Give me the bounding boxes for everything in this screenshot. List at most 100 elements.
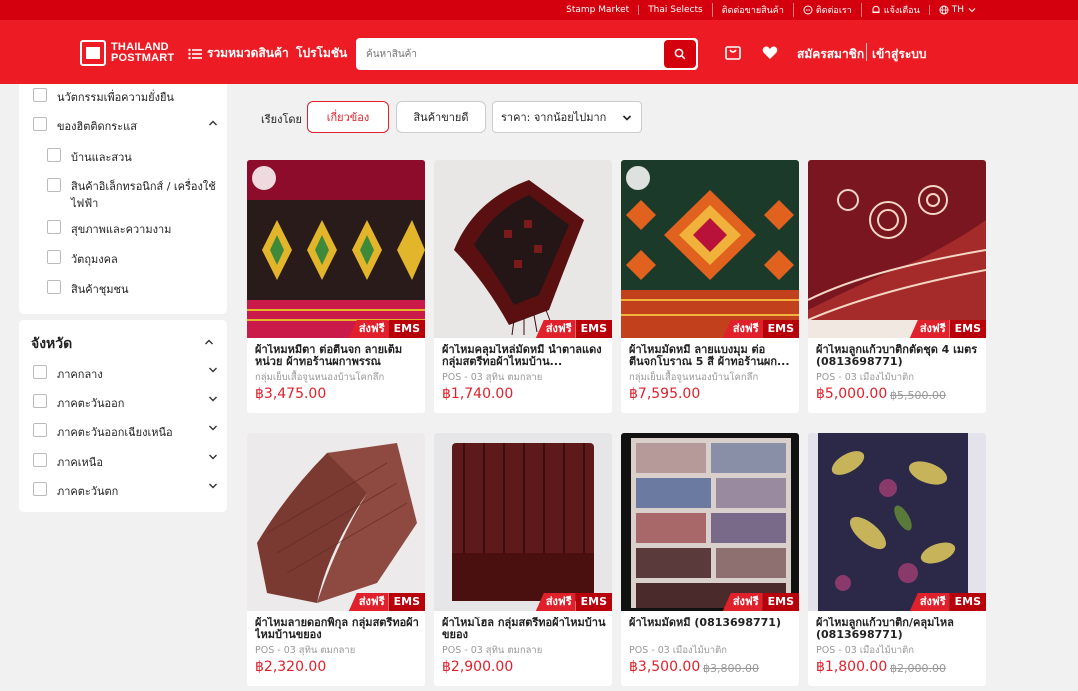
product-card[interactable]: ส่งฟรี EMS ผ้าไหมลายดอกพิกุล กลุ่มสตรีทอผ…	[247, 433, 425, 686]
all-categories-button[interactable]: รวมหมวดสินค้า	[188, 44, 289, 63]
ems-label: EMS	[575, 593, 612, 611]
category-trending[interactable]: ของฮิตติดกระแส	[33, 117, 137, 135]
sort-price-select[interactable]: ราคา: จากน้อยไปมาก	[492, 101, 642, 133]
contact-us-link[interactable]: ติดต่อเรา	[792, 3, 861, 17]
subcategory-electronics[interactable]: สินค้าอิเล็กทรอนิกส์ / เครื่องใช้ไฟฟ้า	[47, 178, 217, 212]
region-central[interactable]: ภาคกลาง	[33, 365, 103, 383]
shipping-badge: ส่งฟรี EMS	[722, 593, 799, 611]
checkbox[interactable]	[33, 365, 47, 379]
heart-icon[interactable]	[761, 44, 779, 62]
product-name[interactable]: ผ้าไหมหมี่ตา ต่อตีนจก ลายเต็มหน่วย ผ้าทอ…	[255, 344, 419, 368]
product-name[interactable]: ผ้าไหมมัดหมี่ ลายแบงมุม ต่อตีนจกโบราณ 5 …	[629, 344, 793, 368]
region-label: ภาคกลาง	[57, 368, 103, 381]
subcategory-health-beauty[interactable]: สุขภาพและความงาม	[47, 220, 171, 238]
shipping-badge: ส่งฟรี EMS	[535, 320, 612, 338]
promotion-link[interactable]: โปรโมชัน	[296, 44, 347, 63]
sort-by-label: เรียงโดย	[261, 113, 302, 126]
ems-label: EMS	[949, 593, 986, 611]
product-name[interactable]: ผ้าไหมคลุมไหล่มัดหมี่ น้ำตาลแดง กลุ่มสตร…	[442, 344, 606, 368]
checkbox[interactable]	[47, 178, 61, 192]
header-divider	[866, 43, 867, 61]
region-north[interactable]: ภาคเหนือ	[33, 453, 103, 471]
product-photo	[808, 160, 986, 338]
region-west[interactable]: ภาคตะวันตก	[33, 482, 118, 500]
product-image[interactable]	[808, 433, 986, 611]
chevron-down-icon[interactable]	[207, 364, 219, 376]
sort-relevant-button[interactable]: เกี่ยวข้อง	[307, 101, 389, 133]
product-image[interactable]	[247, 433, 425, 611]
product-price: ฿3,475.00	[255, 386, 327, 402]
product-image[interactable]	[434, 160, 612, 338]
search-input[interactable]	[366, 38, 656, 70]
sort-bestseller-button[interactable]: สินค้าขายดี	[396, 101, 486, 133]
language-selector[interactable]: TH	[928, 5, 986, 15]
cart-icon[interactable]	[724, 44, 742, 62]
notifications-link[interactable]: แจ้งเตือน	[860, 3, 929, 17]
notifications-label: แจ้งเตือน	[883, 6, 920, 16]
region-label: ภาคตะวันตก	[57, 485, 119, 498]
product-image[interactable]	[434, 433, 612, 611]
product-name[interactable]: ผ้าไหมลูกแก้วบาติก/คลุมไหล (0813698771)	[816, 617, 980, 641]
product-name[interactable]: ผ้าไหมลูกแก้วบาติกตัดชุด 4 เมตร (0813698…	[816, 344, 980, 368]
chevron-up-icon[interactable]	[203, 336, 215, 348]
product-image[interactable]	[621, 160, 799, 338]
product-card[interactable]: ส่งฟรี EMS ผ้าไหมลูกแก้วบาติกตัดชุด 4 เมต…	[808, 160, 986, 413]
checkbox[interactable]	[47, 250, 61, 264]
checkbox[interactable]	[33, 482, 47, 496]
free-shipping-label: ส่งฟรี	[535, 320, 576, 338]
top-utility-bar: Stamp Market Thai Selects ติดต่อขายสินค้…	[0, 0, 1078, 20]
free-shipping-label: ส่งฟรี	[348, 593, 389, 611]
product-photo	[434, 433, 612, 611]
product-original-price: ฿5,500.00	[890, 389, 946, 402]
sell-contact-link[interactable]: ติดต่อขายสินค้า	[711, 3, 793, 17]
chevron-down-icon[interactable]	[207, 451, 219, 463]
subcategory-home-garden[interactable]: บ้านและสวน	[47, 148, 132, 166]
subcategory-amulets[interactable]: วัตถุมงคล	[47, 250, 118, 268]
language-label: TH	[951, 5, 964, 15]
checkbox[interactable]	[33, 394, 47, 408]
product-image[interactable]	[247, 160, 425, 338]
product-card[interactable]: ส่งฟรี EMS ผ้าไหมมัดหมี่ (0813698771) POS…	[621, 433, 799, 686]
product-image[interactable]	[808, 160, 986, 338]
product-card[interactable]: ส่งฟรี EMS ผ้าไหมโฮล กลุ่มสตรีทอผ้าไหมบ้า…	[434, 433, 612, 686]
list-icon	[188, 48, 202, 59]
category-filter-card: นวัตกรรมเพื่อความยั่งยืน ของฮิตติดกระแส …	[19, 84, 227, 314]
product-original-price: ฿3,800.00	[703, 662, 759, 675]
chevron-down-icon[interactable]	[207, 422, 219, 434]
product-name[interactable]: ผ้าไหมลายดอกพิกุล กลุ่มสตรีทอผ้าไหมบ้านข…	[255, 617, 419, 641]
category-sustainable[interactable]: นวัตกรรมเพื่อความยั่งยืน	[33, 88, 174, 106]
product-price: ฿1,740.00	[442, 386, 514, 402]
checkbox[interactable]	[47, 280, 61, 294]
region-northeast[interactable]: ภาคตะวันออกเฉียงเหนือ	[33, 423, 173, 441]
checkbox[interactable]	[33, 88, 47, 102]
product-card[interactable]: ส่งฟรี EMS ผ้าไหมมัดหมี่ ลายแบงมุม ต่อตีน…	[621, 160, 799, 413]
region-east[interactable]: ภาคตะวันออก	[33, 394, 124, 412]
checkbox[interactable]	[33, 453, 47, 467]
register-link[interactable]: สมัครสมาชิก	[797, 45, 864, 64]
product-card[interactable]: ส่งฟรี EMS ผ้าไหมหมี่ตา ต่อตีนจก ลายเต็มห…	[247, 160, 425, 413]
free-shipping-label: ส่งฟรี	[909, 320, 950, 338]
login-link[interactable]: เข้าสู่ระบบ	[872, 45, 927, 64]
subcategory-community[interactable]: สินค้าชุมชน	[47, 280, 128, 298]
chevron-down-icon[interactable]	[207, 393, 219, 405]
shipping-badge: ส่งฟรี EMS	[348, 320, 425, 338]
search-button[interactable]	[664, 40, 696, 68]
checkbox[interactable]	[33, 117, 47, 131]
site-logo[interactable]: THAILAND POSTMART	[80, 40, 174, 66]
checkbox[interactable]	[47, 220, 61, 234]
checkbox[interactable]	[33, 423, 47, 437]
all-categories-label: รวมหมวดสินค้า	[207, 46, 289, 60]
product-card[interactable]: ส่งฟรี EMS ผ้าไหมลูกแก้วบาติก/คลุมไหล (08…	[808, 433, 986, 686]
product-shop: POS - 03 สุทิน ตมกลาย	[442, 645, 543, 656]
product-card[interactable]: ส่งฟรี EMS ผ้าไหมคลุมไหล่มัดหมี่ น้ำตาลแด…	[434, 160, 612, 413]
sell-contact-label: ติดต่อขายสินค้า	[721, 6, 784, 16]
thai-selects-link[interactable]: Thai Selects	[638, 5, 712, 15]
chevron-down-icon[interactable]	[207, 480, 219, 492]
product-image[interactable]	[621, 433, 799, 611]
checkbox[interactable]	[47, 148, 61, 162]
stamp-market-link[interactable]: Stamp Market	[557, 5, 638, 15]
product-price: ฿1,800.00	[816, 659, 888, 675]
chevron-up-icon[interactable]	[207, 117, 219, 129]
product-name[interactable]: ผ้าไหมมัดหมี่ (0813698771)	[629, 617, 793, 641]
product-name[interactable]: ผ้าไหมโฮล กลุ่มสตรีทอผ้าไหมบ้านขยอง	[442, 617, 606, 641]
